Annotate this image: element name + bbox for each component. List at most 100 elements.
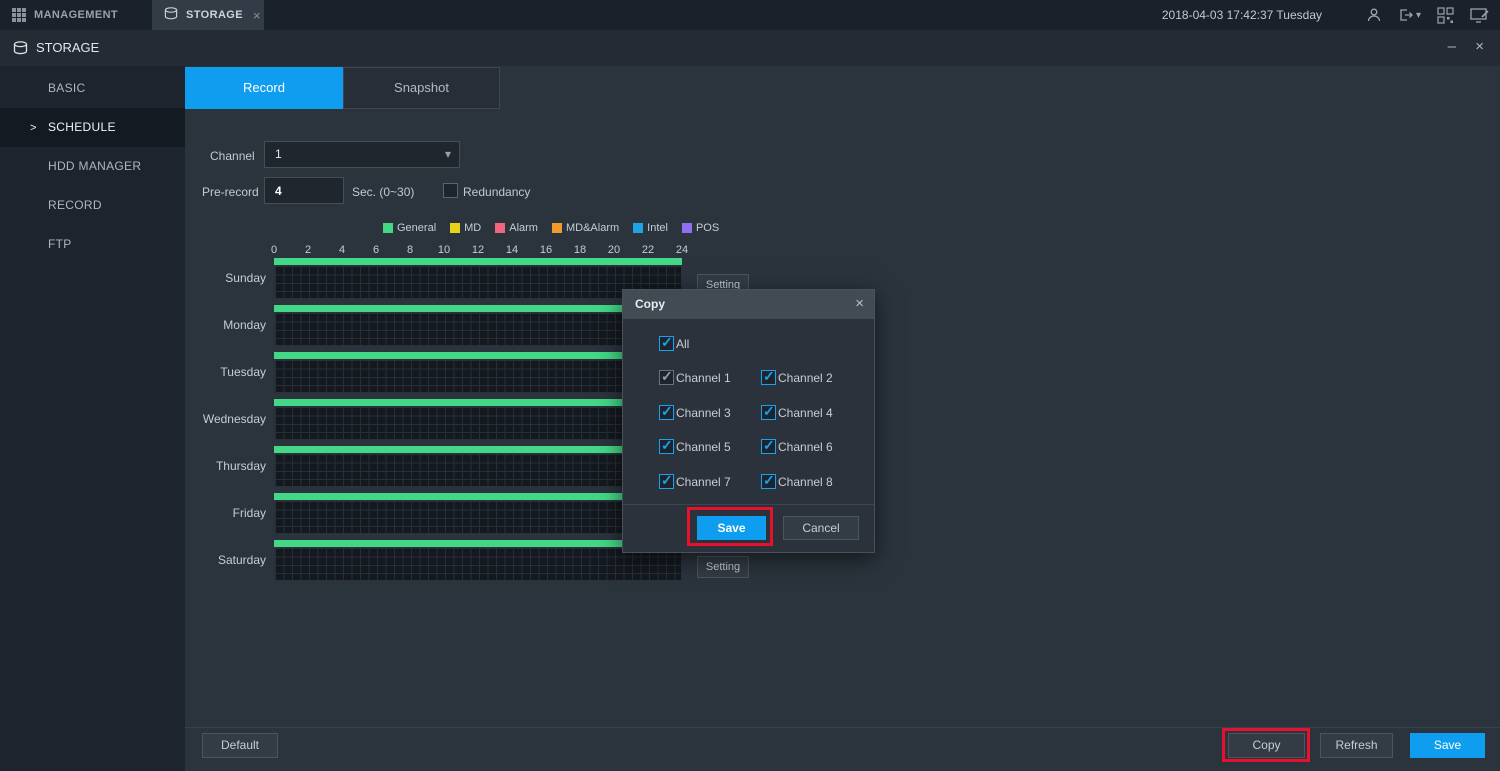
legend-item-alarm: Alarm — [495, 222, 538, 234]
channel-4-label: Channel 4 — [778, 406, 833, 420]
tab-record[interactable]: Record — [185, 67, 343, 109]
day-label: Friday — [186, 506, 266, 520]
channel-4-row: Channel 4 — [761, 405, 833, 420]
copy-button[interactable]: Copy — [1228, 733, 1305, 758]
md-swatch-icon — [450, 223, 460, 233]
sidebar-item-label: SCHEDULE — [48, 120, 116, 134]
channel-3-row: Channel 3 — [659, 405, 731, 420]
refresh-button[interactable]: Refresh — [1320, 733, 1393, 758]
channel-7-label: Channel 7 — [676, 475, 731, 489]
taskbar-management-tab[interactable]: MANAGEMENT — [0, 0, 152, 30]
sidebar-item-hdd-manager[interactable]: HDD MANAGER — [0, 147, 185, 186]
legend-label: Alarm — [509, 222, 538, 234]
schedule-grid[interactable] — [274, 406, 682, 440]
all-checkbox[interactable] — [659, 336, 674, 351]
channel-4-checkbox[interactable] — [761, 405, 776, 420]
channel-6-checkbox[interactable] — [761, 439, 776, 454]
pos-swatch-icon — [682, 223, 692, 233]
channel-6-row: Channel 6 — [761, 439, 833, 454]
legend-label: MD — [464, 222, 481, 234]
legend-item-md: MD — [450, 222, 481, 234]
general-record-bar — [274, 399, 682, 406]
channel-5-checkbox[interactable] — [659, 439, 674, 454]
default-button[interactable]: Default — [202, 733, 278, 758]
hour-scale: 0 2 4 6 8 10 12 14 16 18 20 22 24 — [274, 244, 682, 258]
redundancy-checkbox[interactable] — [443, 183, 458, 198]
tab-snapshot[interactable]: Snapshot — [343, 67, 500, 109]
sidebar-item-label: FTP — [48, 237, 72, 251]
sidebar-item-label: BASIC — [48, 81, 86, 95]
datetime-label: 2018-04-03 17:42:37 Tuesday — [1162, 0, 1322, 30]
caret-down-icon — [1414, 10, 1421, 21]
legend-item-intel: Intel — [633, 222, 668, 234]
intel-swatch-icon — [633, 223, 643, 233]
taskbar-storage-tab[interactable]: STORAGE — [152, 0, 264, 30]
prerecord-input[interactable] — [264, 177, 344, 204]
dialog-cancel-button[interactable]: Cancel — [783, 516, 859, 540]
schedule-row-monday — [274, 305, 682, 346]
hour-label: 8 — [407, 244, 413, 256]
schedule-grid[interactable] — [274, 312, 682, 346]
general-record-bar — [274, 305, 682, 312]
qr-code-icon[interactable] — [1437, 7, 1454, 24]
legend-item-pos: POS — [682, 222, 719, 234]
save-button[interactable]: Save — [1410, 733, 1485, 758]
channel-2-label: Channel 2 — [778, 371, 833, 385]
day-label: Wednesday — [186, 412, 266, 426]
legend-label: POS — [696, 222, 719, 234]
sidebar-item-ftp[interactable]: FTP — [0, 225, 185, 264]
storage-disk-icon — [164, 7, 178, 23]
footer-divider — [185, 727, 1500, 728]
dialog-save-button[interactable]: Save — [697, 516, 766, 540]
channel-5-row: Channel 5 — [659, 439, 731, 454]
logout-icon[interactable] — [1398, 7, 1421, 23]
sidebar-item-basic[interactable]: BASIC — [0, 69, 185, 108]
channel-1-checkbox — [659, 370, 674, 385]
hour-label: 2 — [305, 244, 311, 256]
schedule-grid[interactable] — [274, 500, 682, 534]
legend-item-mdalarm: MD&Alarm — [552, 222, 619, 234]
schedule-grid[interactable] — [274, 547, 682, 581]
display-edit-icon[interactable] — [1470, 7, 1490, 24]
tab-close-icon[interactable] — [253, 8, 261, 23]
minimize-icon[interactable] — [1448, 38, 1456, 55]
sidebar-item-label: RECORD — [48, 198, 102, 212]
channel-3-label: Channel 3 — [676, 406, 731, 420]
storage-disk-icon — [13, 41, 28, 60]
general-record-bar — [274, 352, 682, 359]
dialog-close-icon[interactable] — [855, 295, 864, 312]
channel-2-checkbox[interactable] — [761, 370, 776, 385]
sidebar: BASIC SCHEDULE HDD MANAGER RECORD FTP — [0, 66, 185, 771]
prerecord-label: Pre-record — [202, 185, 259, 199]
schedule-row-thursday — [274, 446, 682, 487]
setting-button-saturday[interactable]: Setting — [697, 556, 749, 578]
hour-label: 4 — [339, 244, 345, 256]
channel-label: Channel — [210, 149, 255, 163]
day-label: Saturday — [186, 553, 266, 567]
schedule-grid[interactable] — [274, 265, 682, 299]
copy-dialog: Copy All Channel 1 Channel 2 Channel 3 C… — [622, 289, 875, 553]
schedule-grid[interactable] — [274, 453, 682, 487]
copy-dialog-header: Copy — [623, 290, 874, 319]
selected-arrow-icon — [30, 108, 37, 148]
general-swatch-icon — [383, 223, 393, 233]
schedule-row-tuesday — [274, 352, 682, 393]
hour-label: 20 — [608, 244, 620, 256]
channel-8-checkbox[interactable] — [761, 474, 776, 489]
general-record-bar — [274, 493, 682, 500]
channel-3-checkbox[interactable] — [659, 405, 674, 420]
channel-7-checkbox[interactable] — [659, 474, 674, 489]
prerecord-unit-label: Sec. (0~30) — [352, 185, 414, 199]
sidebar-item-schedule[interactable]: SCHEDULE — [0, 108, 185, 147]
schedule-grid[interactable] — [274, 359, 682, 393]
channel-5-label: Channel 5 — [676, 440, 731, 454]
close-icon[interactable] — [1475, 38, 1484, 55]
sidebar-item-record[interactable]: RECORD — [0, 186, 185, 225]
user-icon[interactable] — [1366, 7, 1382, 23]
hour-label: 18 — [574, 244, 586, 256]
apps-grid-icon — [12, 8, 26, 22]
hour-label: 6 — [373, 244, 379, 256]
window-titlebar: STORAGE — [0, 30, 1500, 66]
hour-label: 22 — [642, 244, 654, 256]
channel-select[interactable]: 1 — [264, 141, 460, 168]
